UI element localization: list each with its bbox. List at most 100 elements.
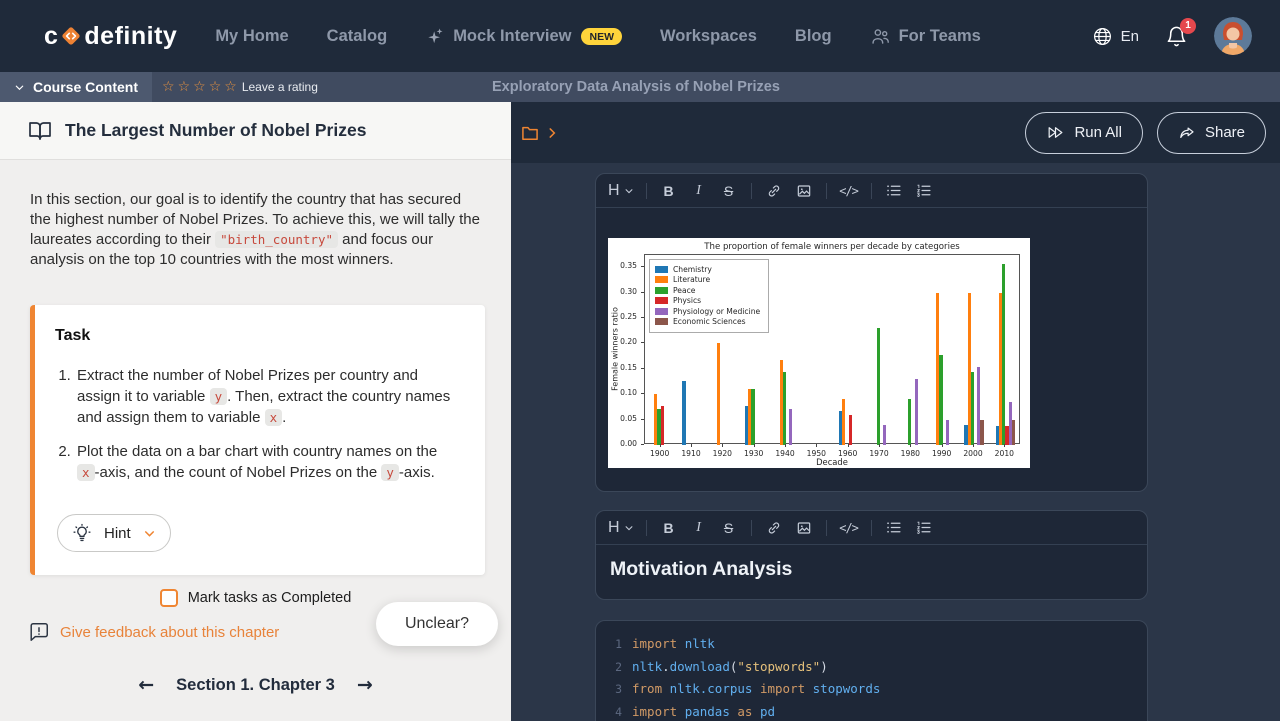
- star-icon[interactable]: ☆: [209, 80, 222, 94]
- numbered-list-button[interactable]: [912, 516, 936, 540]
- nav-item-mock-interview[interactable]: Mock Interview NEW: [425, 26, 622, 46]
- inline-code-y2: y: [381, 464, 399, 481]
- y-tick-mark: [641, 444, 644, 445]
- inline-code-birth-country: "birth_country": [215, 231, 338, 248]
- prev-chapter-arrow[interactable]: ←: [138, 674, 154, 696]
- file-tree-toggle[interactable]: [520, 123, 559, 143]
- nav-item-workspaces[interactable]: Workspaces: [660, 27, 757, 46]
- strikethrough-button[interactable]: S: [717, 516, 741, 540]
- x-tick-label: 2010: [989, 449, 1019, 458]
- nav-item-catalog[interactable]: Catalog: [327, 27, 388, 46]
- line-number: 3: [608, 679, 622, 701]
- code-token: .: [662, 659, 670, 674]
- workspace-actions: Run All Share: [1025, 112, 1266, 154]
- italic-button[interactable]: I: [687, 516, 711, 540]
- link-button[interactable]: [762, 179, 786, 203]
- new-badge: NEW: [581, 28, 622, 45]
- heading-button[interactable]: H: [606, 182, 636, 200]
- logo-diamond-icon: [59, 24, 83, 48]
- logo-text-pre: c: [44, 22, 58, 51]
- sparkle-icon: [425, 26, 445, 46]
- link-button[interactable]: [762, 516, 786, 540]
- share-button[interactable]: Share: [1157, 112, 1266, 154]
- hint-button[interactable]: Hint: [57, 514, 171, 552]
- code-line[interactable]: 2nltk.download("stopwords"): [596, 656, 1147, 679]
- x-tick-label: 1940: [770, 449, 800, 458]
- notebook-cell-code[interactable]: 1import nltk2nltk.download("stopwords")3…: [595, 620, 1148, 721]
- star-icon[interactable]: ☆: [224, 80, 237, 94]
- x-tick-mark: [785, 444, 786, 447]
- toolbar-divider: [751, 520, 752, 536]
- code-line[interactable]: 3from nltk.corpus import stopwords: [596, 678, 1147, 701]
- language-selector[interactable]: En: [1092, 26, 1139, 47]
- nav-item-for-teams[interactable]: For Teams: [870, 26, 981, 47]
- notifications-button[interactable]: 1: [1165, 25, 1188, 48]
- feedback-bubble-icon: [28, 621, 50, 643]
- y-tick-label: 0.25: [608, 312, 637, 321]
- code-token: nltk: [632, 659, 662, 674]
- code-token: download: [670, 659, 730, 674]
- codefinity-logo[interactable]: c definity: [44, 22, 177, 51]
- star-icon[interactable]: ☆: [178, 80, 191, 94]
- chart-bar: [789, 409, 792, 445]
- code-token: stopwords: [813, 681, 881, 696]
- code-editor[interactable]: 1import nltk2nltk.download("stopwords")3…: [596, 633, 1147, 721]
- x-tick-label: 1980: [895, 449, 925, 458]
- rating-stars[interactable]: ☆☆☆☆☆: [162, 80, 237, 94]
- code-line[interactable]: 1import nltk: [596, 633, 1147, 656]
- star-icon[interactable]: ☆: [162, 80, 175, 94]
- mark-complete-checkbox[interactable]: [160, 589, 178, 607]
- hint-chevron-down-icon: [143, 527, 156, 540]
- unclear-button[interactable]: Unclear?: [376, 602, 498, 646]
- chart-bar: [849, 415, 852, 445]
- x-tick-mark: [910, 444, 911, 447]
- image-button[interactable]: [792, 516, 816, 540]
- x-tick-mark: [879, 444, 880, 447]
- nav-item-my-home[interactable]: My Home: [215, 27, 288, 46]
- course-content-toggle[interactable]: Course Content: [0, 72, 152, 102]
- y-tick-label: 0.10: [608, 388, 637, 397]
- chart-bar: [946, 420, 949, 445]
- numbered-list-button[interactable]: [912, 179, 936, 203]
- avatar[interactable]: [1214, 17, 1252, 55]
- heading-button[interactable]: H: [606, 519, 636, 537]
- code-token: from: [632, 681, 662, 696]
- code-button[interactable]: </>: [837, 516, 861, 540]
- bold-button[interactable]: B: [657, 516, 681, 540]
- code-button[interactable]: </>: [837, 179, 861, 203]
- x-tick-mark: [848, 444, 849, 447]
- x-tick-label: 1900: [645, 449, 675, 458]
- code-token: [677, 704, 685, 719]
- code-token: "stopwords": [737, 659, 820, 674]
- globe-icon: [1092, 26, 1113, 47]
- image-button[interactable]: [792, 179, 816, 203]
- bold-button[interactable]: B: [657, 179, 681, 203]
- bullet-list-button[interactable]: [882, 516, 906, 540]
- toolbar-divider: [646, 520, 647, 536]
- strikethrough-button[interactable]: S: [717, 179, 741, 203]
- markdown-heading[interactable]: Motivation Analysis: [596, 545, 1147, 599]
- y-tick-mark: [641, 393, 644, 394]
- code-token: [752, 704, 760, 719]
- line-number: 4: [608, 702, 622, 721]
- navbar-right: En 1: [1092, 17, 1252, 55]
- italic-button[interactable]: I: [687, 179, 711, 203]
- inline-code-x2: x: [77, 464, 95, 481]
- code-line[interactable]: 4import pandas as pd: [596, 701, 1147, 721]
- run-all-button[interactable]: Run All: [1025, 112, 1143, 154]
- line-number: 2: [608, 657, 622, 679]
- task-item-2: Plot the data on a bar chart with countr…: [75, 441, 463, 483]
- next-chapter-arrow[interactable]: →: [357, 674, 373, 696]
- task-heading: Task: [55, 327, 463, 345]
- legend-swatch: [655, 266, 668, 273]
- notification-badge: 1: [1180, 18, 1196, 34]
- rating-prompt[interactable]: Leave a rating: [242, 80, 318, 94]
- feedback-link[interactable]: Give feedback about this chapter: [28, 621, 279, 643]
- star-icon[interactable]: ☆: [193, 80, 206, 94]
- chart-bar: [939, 355, 942, 445]
- line-number: 1: [608, 634, 622, 656]
- nav-item-blog[interactable]: Blog: [795, 27, 832, 46]
- x-tick-label: 1970: [864, 449, 894, 458]
- legend-row: Physics: [655, 296, 760, 305]
- bullet-list-button[interactable]: [882, 179, 906, 203]
